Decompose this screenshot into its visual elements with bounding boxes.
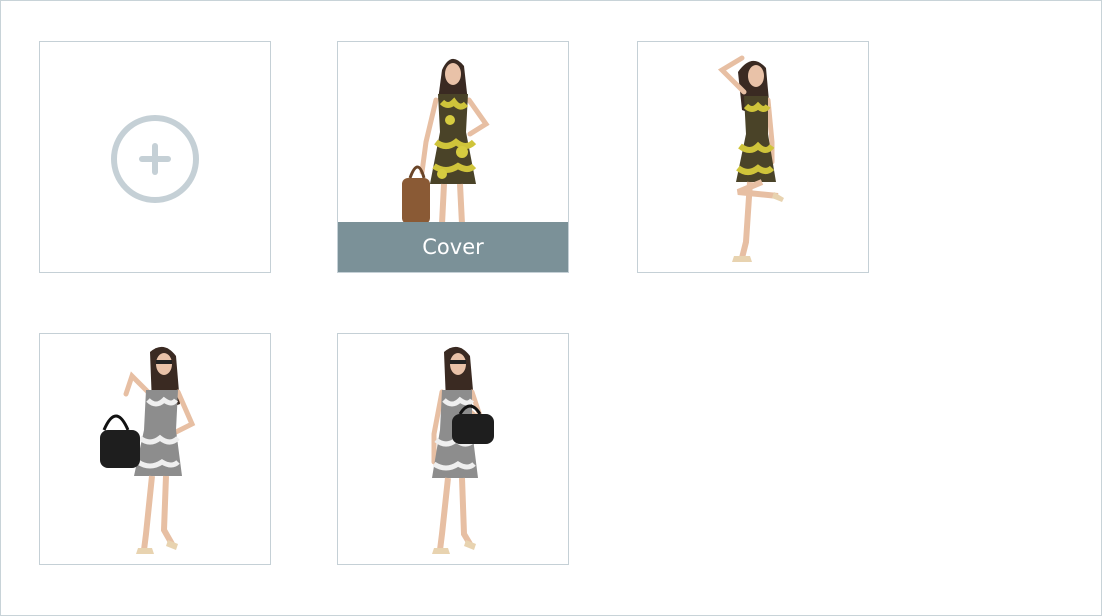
image-gallery-panel: Cover xyxy=(0,0,1102,616)
plus-circle-icon xyxy=(111,115,199,203)
product-photo-model-yellow-dress-pose xyxy=(638,42,868,272)
cover-badge: Cover xyxy=(338,222,568,272)
gallery-image-4[interactable] xyxy=(337,333,569,565)
gallery-image-2[interactable] xyxy=(637,41,869,273)
product-photo-model-bw-dress-bag xyxy=(40,334,270,564)
gallery-image-1[interactable]: Cover xyxy=(337,41,569,273)
product-photo-model-bw-dress-sunglasses xyxy=(338,334,568,564)
gallery-image-3[interactable] xyxy=(39,333,271,565)
add-image-tile[interactable] xyxy=(39,41,271,273)
